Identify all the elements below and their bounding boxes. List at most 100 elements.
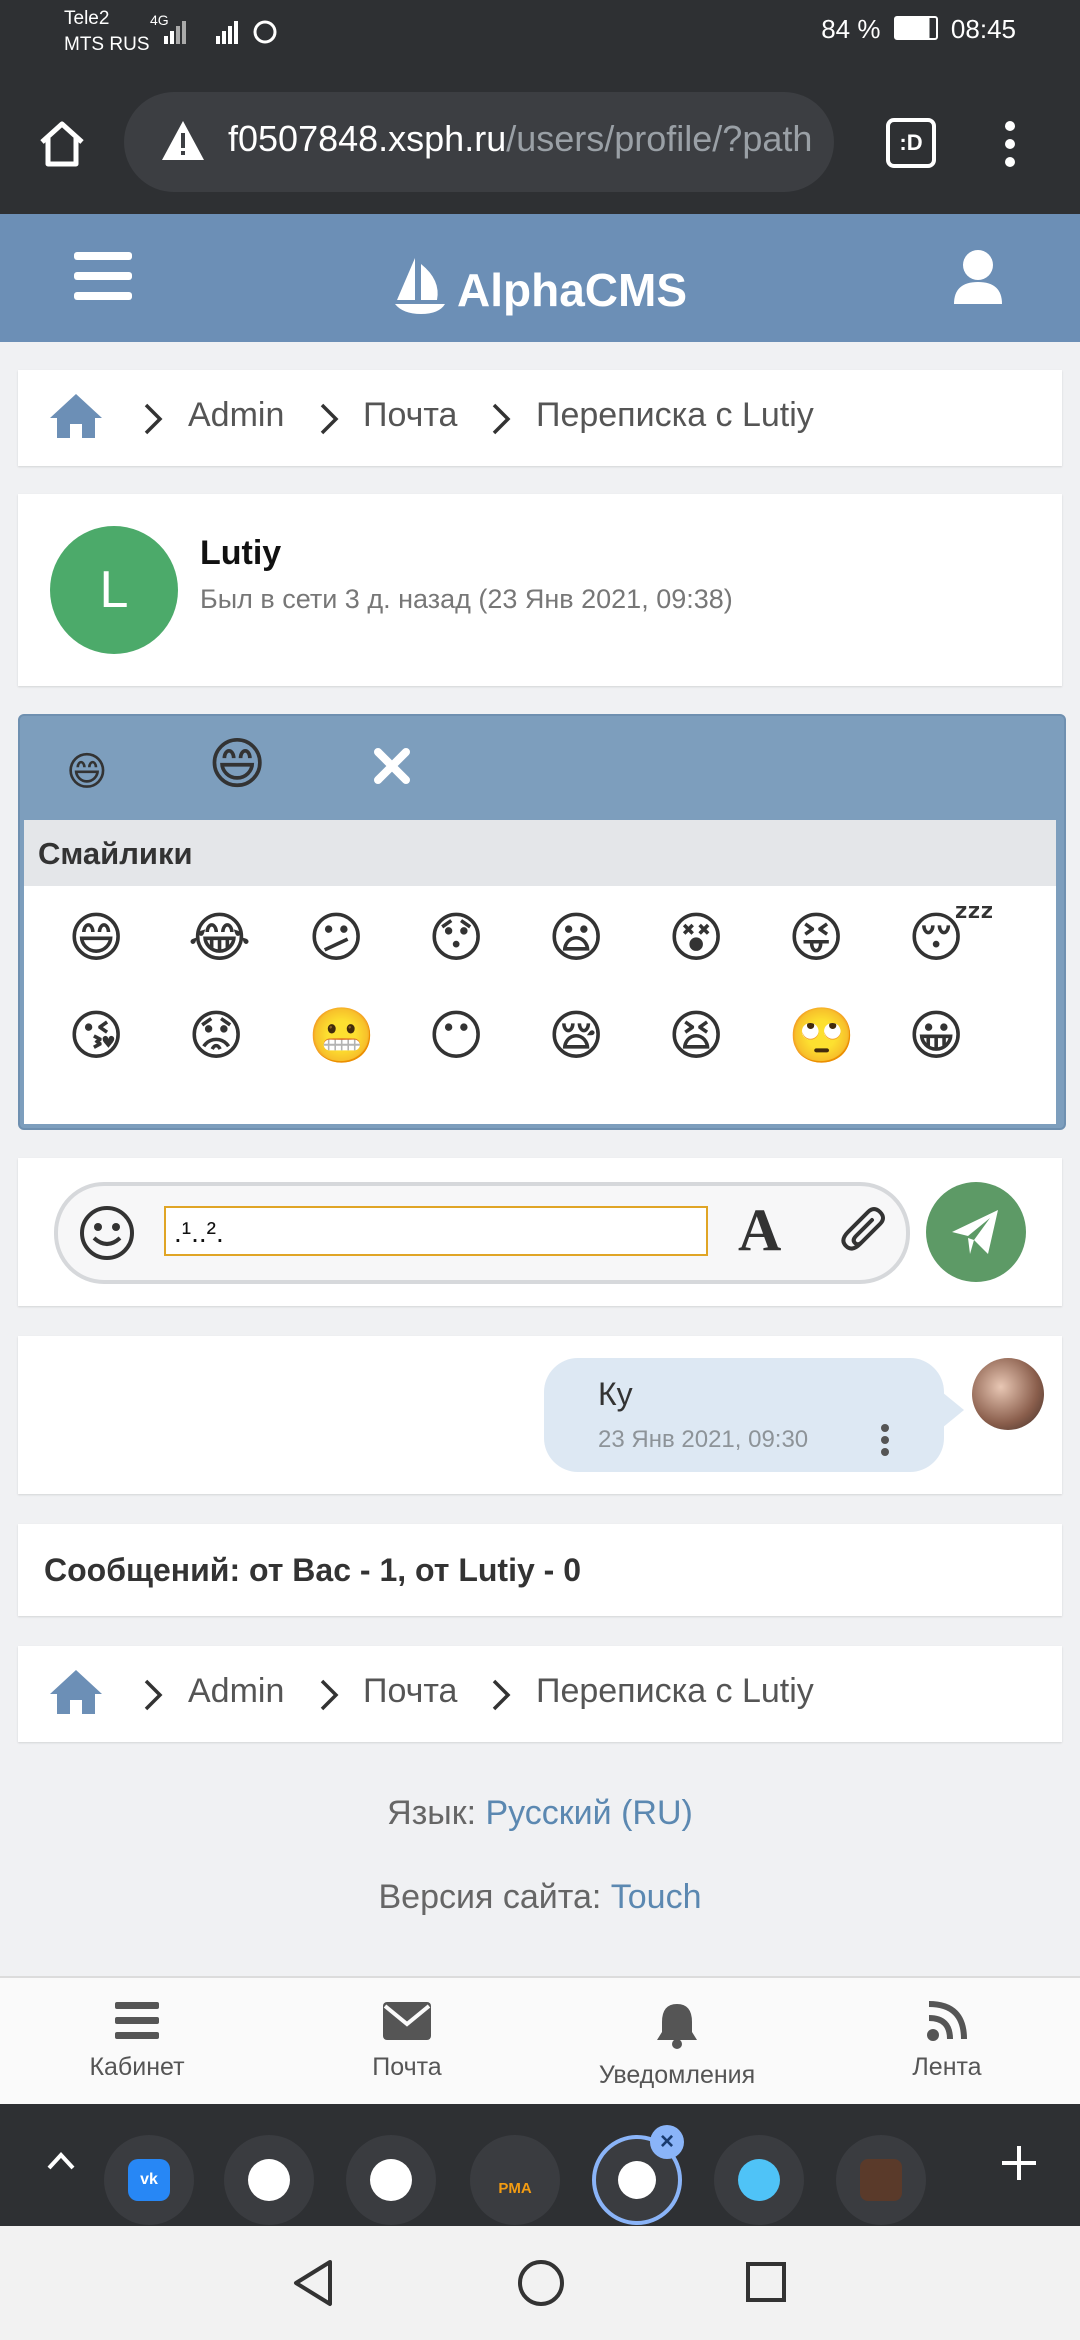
smiley-item[interactable]: 😟	[188, 1004, 244, 1068]
contact-name[interactable]: Lutiy	[200, 534, 281, 573]
new-tab-icon[interactable]	[998, 2142, 1040, 2184]
tab-site-1[interactable]	[224, 2135, 314, 2225]
send-icon	[952, 1210, 998, 1254]
tab-vk[interactable]: vk	[104, 2135, 194, 2225]
smiley-item[interactable]: 😂	[188, 906, 251, 970]
site-brand[interactable]: AlphaCMS	[0, 254, 1080, 317]
language-link[interactable]: Русский (RU)	[486, 1794, 693, 1832]
home-nav-icon[interactable]	[516, 2258, 566, 2308]
nav-notifications[interactable]: Уведомления	[542, 2000, 812, 2090]
url-path: /users/profile/?path	[506, 118, 813, 159]
counts-text: Сообщений: от Вас - 1, от Lutiy - 0	[44, 1552, 581, 1588]
smiley-tab-small[interactable]: 😄	[66, 740, 108, 804]
breadcrumb-current: Переписка с Lutiy	[536, 396, 814, 434]
chevron-up-icon[interactable]	[46, 2150, 76, 2172]
message-text: Ку	[598, 1376, 633, 1412]
tab-pma[interactable]: PMA	[470, 2135, 560, 2225]
nav-mail-label: Почта	[372, 2053, 442, 2081]
composer: .¹..². A	[18, 1158, 1062, 1306]
text-format-icon[interactable]: A	[738, 1196, 781, 1265]
carrier-2: MTS RUS	[64, 34, 150, 55]
breadcrumb-mail[interactable]: Почта	[363, 396, 457, 435]
bubble-tail	[942, 1392, 964, 1428]
send-button[interactable]	[926, 1182, 1026, 1282]
smiley-item[interactable]: 😴	[908, 906, 995, 970]
version-row: Версия сайта: Touch	[0, 1878, 1080, 1917]
smiley-item[interactable]: 😫	[668, 1004, 724, 1068]
smiley-item[interactable]: 😕	[308, 906, 364, 970]
smiley-tab-large[interactable]: 😄	[208, 732, 266, 796]
breadcrumb-current: Переписка с Lutiy	[536, 1672, 814, 1710]
chevron-right-icon	[492, 1679, 511, 1711]
message-bubble[interactable]: Ку 23 Янв 2021, 09:30	[544, 1358, 964, 1472]
smiley-item[interactable]: 😝	[788, 906, 844, 970]
pma-icon: PMA	[498, 2180, 532, 2197]
smiley-item[interactable]: 😯	[428, 906, 484, 970]
version-label: Версия сайта:	[378, 1878, 602, 1916]
tab-active[interactable]: ×	[592, 2125, 684, 2225]
breadcrumb-mail[interactable]: Почта	[363, 1672, 457, 1711]
tab-site-3[interactable]	[714, 2135, 804, 2225]
smiley-item[interactable]: 😵	[668, 906, 724, 970]
smiley-item[interactable]: 😶	[428, 1004, 484, 1068]
carrier-1: Tele2	[64, 8, 110, 29]
nav-cabinet[interactable]: Кабинет	[2, 2000, 272, 2082]
smiley-title: Смайлики	[38, 836, 193, 871]
warning-icon[interactable]	[160, 118, 206, 164]
user-icon[interactable]	[952, 248, 1004, 306]
nav-feed[interactable]: Лента	[812, 2000, 1080, 2082]
list-icon	[115, 2002, 159, 2039]
avatar[interactable]: L	[50, 526, 178, 654]
smiley-item[interactable]: 😄	[68, 906, 124, 970]
nav-mail[interactable]: Почта	[272, 2000, 542, 2082]
battery-icon	[893, 16, 938, 40]
carrier-info: Tele2 MTS RUS	[64, 6, 150, 58]
sailboat-icon	[395, 258, 445, 314]
close-icon[interactable]	[370, 744, 414, 788]
message-counts: Сообщений: от Вас - 1, от Lutiy - 0	[18, 1524, 1062, 1616]
smiley-item[interactable]: 🙄	[788, 1004, 855, 1068]
browser-chrome: Tele2 MTS RUS 4G 84 % 08:45 f0507848.xsp…	[0, 0, 1080, 214]
site-favicon-icon	[370, 2159, 412, 2201]
sender-avatar[interactable]	[972, 1358, 1044, 1430]
contact-status: Был в сети 3 д. назад (23 Янв 2021, 09:3…	[200, 584, 733, 614]
clock: 08:45	[950, 14, 1016, 44]
tab-close-icon[interactable]: ×	[650, 2125, 684, 2159]
breadcrumb-home-icon[interactable]	[48, 392, 104, 440]
breadcrumb: Admin Почта Переписка с Lutiy	[18, 370, 1062, 466]
url-text[interactable]: f0507848.xsph.ru/users/profile/?path	[228, 118, 818, 160]
version-link[interactable]: Touch	[611, 1878, 702, 1916]
message-options-icon[interactable]	[878, 1422, 892, 1462]
breadcrumb-admin[interactable]: Admin	[188, 396, 284, 435]
back-icon[interactable]	[290, 2258, 336, 2308]
smiley-item[interactable]: 😦	[548, 906, 604, 970]
message-input[interactable]: .¹..².	[164, 1206, 708, 1256]
chevron-right-icon	[144, 1679, 163, 1711]
tab-site-2[interactable]	[346, 2135, 436, 2225]
smiley-icon[interactable]	[78, 1204, 136, 1262]
smiley-item[interactable]: 😪	[548, 1004, 604, 1068]
chevron-right-icon	[492, 403, 511, 435]
smiley-list[interactable]: Смайлики 😄 😂 😕 😯 😦 😵 😝 😴 😘 😟 😬 😶 😪 😫 🙄 😀	[24, 820, 1056, 1124]
message-list: Ку 23 Янв 2021, 09:30	[18, 1336, 1062, 1494]
breadcrumb-admin[interactable]: Admin	[188, 1672, 284, 1711]
home-icon[interactable]	[36, 118, 88, 170]
attachment-icon[interactable]	[838, 1202, 894, 1260]
more-vert-icon[interactable]	[996, 118, 1024, 170]
tab-site-4[interactable]	[836, 2135, 926, 2225]
chevron-right-icon	[320, 403, 339, 435]
battery-level: 84 %	[821, 14, 881, 44]
message-time: 23 Янв 2021, 09:30	[598, 1426, 809, 1453]
signal-icon	[164, 20, 277, 44]
brand-name: AlphaCMS	[457, 264, 687, 316]
language-row: Язык: Русский (RU)	[0, 1794, 1080, 1833]
smiley-item[interactable]: 😀	[908, 1004, 964, 1068]
smiley-item[interactable]: 😬	[308, 1004, 375, 1068]
chevron-right-icon	[320, 1679, 339, 1711]
url-bar[interactable]: f0507848.xsph.ru/users/profile/?path	[124, 92, 834, 192]
nav-cabinet-label: Кабинет	[89, 2053, 185, 2081]
breadcrumb-home-icon[interactable]	[48, 1668, 104, 1716]
tabs-button[interactable]: :D	[886, 118, 936, 168]
smiley-item[interactable]: 😘	[68, 1004, 124, 1068]
recents-icon[interactable]	[744, 2260, 788, 2304]
